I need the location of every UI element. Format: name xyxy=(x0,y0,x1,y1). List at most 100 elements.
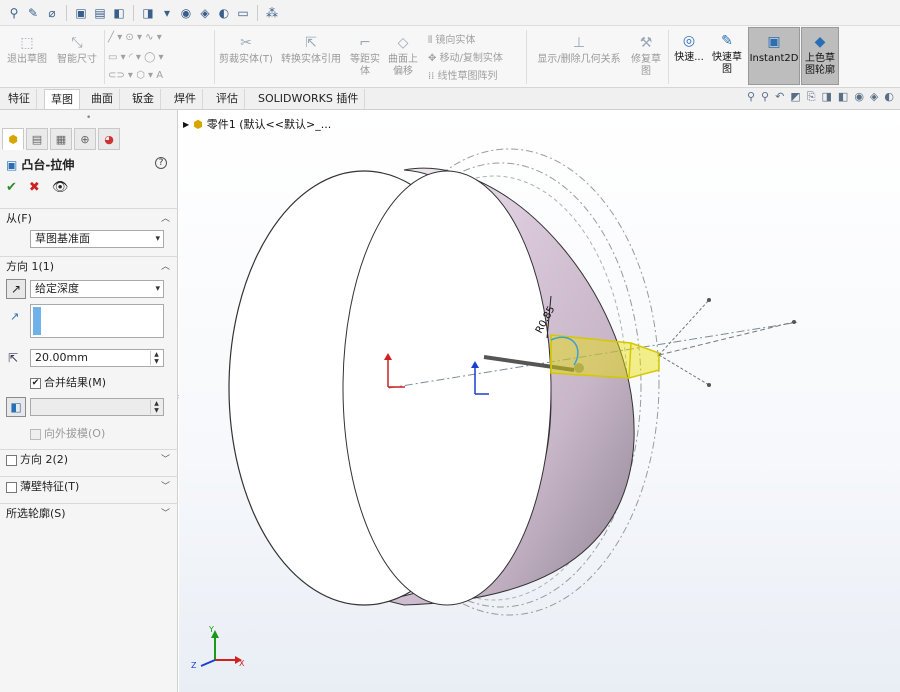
scene-icon[interactable]: ◐ xyxy=(216,5,232,21)
direction-line xyxy=(658,321,795,356)
chevron-down-icon: ▾ xyxy=(155,284,160,294)
section-view-icon[interactable]: ◩ xyxy=(790,90,800,104)
monitor-icon[interactable]: ▭ xyxy=(235,5,251,21)
merge-checkbox[interactable]: ✔ xyxy=(30,377,41,389)
options-icon[interactable]: ▤ xyxy=(92,5,108,21)
cancel-x-icon[interactable]: ✖ xyxy=(29,180,40,195)
part-icon: ⬢ xyxy=(8,132,18,146)
rapid-sketch-button[interactable]: ✎ 快速草 图 xyxy=(708,32,746,76)
view-orientation-icon[interactable]: ◨ xyxy=(822,90,832,104)
convert-entities-button[interactable]: ⇱ 转换实体引用 xyxy=(278,34,344,66)
tab-sheet-metal[interactable]: 钣金 xyxy=(126,89,161,109)
help-icon[interactable]: ? xyxy=(155,157,167,169)
view-settings-icon[interactable]: ⁂ xyxy=(264,5,280,21)
expand-chevron-icon[interactable]: ﹀ xyxy=(161,477,170,497)
smart-dim-icon[interactable]: ⌀ xyxy=(44,5,60,21)
end-condition-select[interactable]: 给定深度 ▾ xyxy=(30,280,164,298)
collapse-chevron-icon[interactable]: ︿ xyxy=(161,257,170,277)
sketch-tool-icon[interactable]: ✎ xyxy=(25,5,41,21)
extrude-boss-icon: ▣ xyxy=(6,157,18,172)
direction-end-point[interactable] xyxy=(792,320,796,324)
repair-sketch-button[interactable]: ⚒ 修复草 图 xyxy=(628,34,664,78)
offset-entities-button[interactable]: ⌐ 等距实 体 xyxy=(348,34,382,78)
previous-view-icon[interactable]: ↶ xyxy=(775,90,784,104)
smart-dimension-button[interactable]: ⤡ 智能尺寸 xyxy=(54,34,100,66)
trim-entities-button[interactable]: ✂ 剪裁实体(T) xyxy=(218,34,274,66)
tab-evaluate[interactable]: 评估 xyxy=(210,89,245,109)
offset-on-surface-button[interactable]: ◇ 曲面上 偏移 xyxy=(386,34,420,78)
relations-label: 显示/删除几何关系 xyxy=(537,54,621,65)
command-manager-ribbon: ⬚ 退出草图 ⤡ 智能尺寸 ╱ ▾ ⊙ ▾ ∿ ▾ ▭ ▾ ◜ ▾ ◯ ▾ ⊂⊃… xyxy=(0,26,900,88)
dimxpert-tab[interactable]: ⊕ xyxy=(74,128,96,150)
zoom-fit-icon[interactable]: ⚲ xyxy=(747,90,755,104)
dynamic-annotation-icon[interactable]: ⎘ xyxy=(807,90,816,104)
direction2-checkbox[interactable] xyxy=(6,454,17,466)
expand-chevron-icon[interactable]: ﹀ xyxy=(161,504,170,524)
thin-feature-checkbox[interactable] xyxy=(6,481,17,493)
property-manager-tab[interactable]: ▤ xyxy=(26,128,48,150)
display-manager-tab[interactable]: ◕ xyxy=(98,128,120,150)
quick-snap-label: 快速... xyxy=(674,52,704,63)
ok-check-icon[interactable]: ✔ xyxy=(6,180,17,195)
tab-features[interactable]: 特征 xyxy=(2,89,37,109)
hide-show-items-icon[interactable]: ◉ xyxy=(854,90,864,104)
panel-grip-icon[interactable]: • xyxy=(86,113,91,123)
slot-tools-row[interactable]: ⊂⊃ ▾ ⬡ ▾ A xyxy=(108,70,163,81)
tab-surfaces[interactable]: 曲面 xyxy=(85,89,120,109)
from-group-header[interactable]: 从(F) ︿ xyxy=(0,209,178,229)
reference-triad[interactable]: Y X Z xyxy=(191,625,245,670)
depth-input[interactable]: 20.00mm ▲ ▼ xyxy=(30,349,164,367)
depth-value: 20.00mm xyxy=(35,351,88,364)
rebuild-icon[interactable]: ▣ xyxy=(73,5,89,21)
display-style-icon[interactable]: ◨ xyxy=(140,5,156,21)
thin-feature-header[interactable]: 薄壁特征(T) ﹀ xyxy=(0,477,178,497)
direction-vector-box[interactable] xyxy=(30,304,164,338)
rect-tools-row[interactable]: ▭ ▾ ◜ ▾ ◯ ▾ xyxy=(108,52,163,63)
reverse-direction-button[interactable]: ↗ xyxy=(6,279,26,299)
depth-spinner[interactable]: ▲ ▼ xyxy=(150,351,162,365)
hide-show-icon[interactable]: ◉ xyxy=(178,5,194,21)
drag-handle-point[interactable] xyxy=(707,383,711,387)
edit-appearance-icon[interactable]: ◈ xyxy=(870,90,878,104)
search-icon[interactable]: ⚲ xyxy=(6,5,22,21)
drag-handle-point[interactable] xyxy=(707,298,711,302)
from-select[interactable]: 草图基准面 ▾ xyxy=(30,230,164,248)
preview-eye-icon[interactable]: 👁 xyxy=(52,180,69,195)
direction2-header[interactable]: 方向 2(2) ﹀ xyxy=(0,450,178,470)
draft-spinner[interactable]: ▲ ▼ xyxy=(150,400,162,414)
draft-toggle-button[interactable]: ◧ xyxy=(6,397,26,417)
configuration-manager-tab[interactable]: ▦ xyxy=(50,128,72,150)
tab-sketch[interactable]: 草图 xyxy=(44,89,80,109)
linear-pattern-button[interactable]: ⁞⁞ 线性草图阵列 xyxy=(428,67,498,82)
feature-title: ▣ 凸台-拉伸 xyxy=(6,156,74,173)
ribbon-separator xyxy=(104,30,105,84)
mirror-entities-button[interactable]: ⫴ 镜向实体 xyxy=(428,31,475,46)
graphics-area[interactable]: ▶ ⬢ 零件1 (默认<<默认>_... R0.85 Y X Z xyxy=(179,110,900,692)
quick-snaps-button[interactable]: ◎ 快速... xyxy=(672,32,706,64)
selected-contours-header[interactable]: 所选轮廓(S) ﹀ xyxy=(0,504,178,524)
move-copy-button[interactable]: ✥ 移动/复制实体 xyxy=(428,49,503,64)
tab-weldments[interactable]: 焊件 xyxy=(168,89,203,109)
show-relations-button[interactable]: ⊥ 显示/删除几何关系 xyxy=(532,34,626,66)
tab-addins[interactable]: SOLIDWORKS 插件 xyxy=(252,89,366,109)
shaded-sketch-contours-button[interactable]: ◆ 上色草 图轮廓 xyxy=(801,27,839,85)
relations-icon: ⊥ xyxy=(572,35,586,51)
appearance-icon[interactable]: ◈ xyxy=(197,5,213,21)
view-icon[interactable]: ◧ xyxy=(111,5,127,21)
expand-chevron-icon[interactable]: ﹀ xyxy=(161,450,170,470)
line-tools-row[interactable]: ╱ ▾ ⊙ ▾ ∿ ▾ xyxy=(108,32,162,43)
convert-icon: ⇱ xyxy=(305,35,317,51)
display-style-icon[interactable]: ◧ xyxy=(838,90,848,104)
direction1-header[interactable]: 方向 1(1) ︿ xyxy=(0,257,178,277)
dropdown-icon[interactable]: ▾ xyxy=(159,5,175,21)
zoom-area-icon[interactable]: ⚲ xyxy=(761,90,769,104)
apply-scene-icon[interactable]: ◐ xyxy=(884,90,894,104)
instant2d-button[interactable]: ▣ Instant2D xyxy=(748,27,800,85)
merge-result-row[interactable]: ✔ 合并结果(M) xyxy=(30,374,106,390)
model-view[interactable]: R0.85 Y X Z xyxy=(179,110,900,692)
draft-angle-input[interactable]: ▲ ▼ xyxy=(30,398,164,416)
selected-contours-label: 所选轮廓(S) xyxy=(6,507,66,520)
collapse-chevron-icon[interactable]: ︿ xyxy=(161,209,170,229)
exit-sketch-button[interactable]: ⬚ 退出草图 xyxy=(6,34,48,66)
feature-manager-tab[interactable]: ⬢ xyxy=(2,128,24,150)
